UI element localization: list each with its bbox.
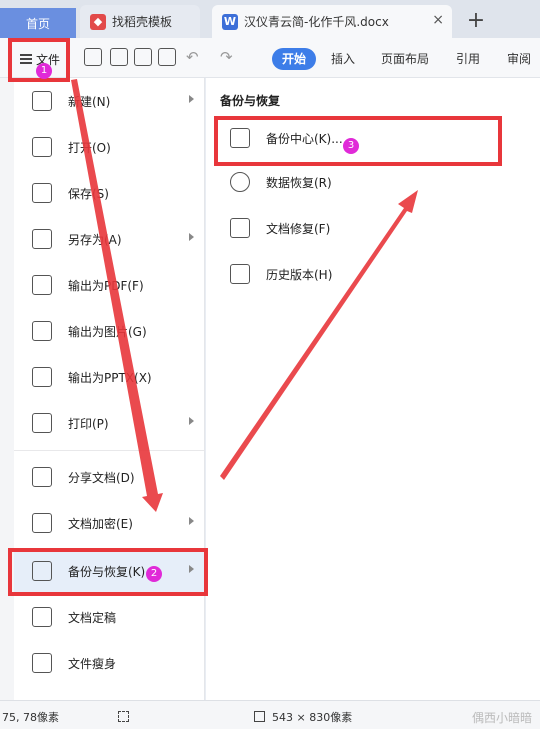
chevron-right-icon <box>189 95 194 103</box>
menu-gutter <box>0 78 14 700</box>
menu-item-export-image[interactable]: 输出为图片(G) <box>14 308 204 354</box>
chevron-right-icon <box>189 233 194 241</box>
finalize-icon <box>32 607 52 627</box>
menu-item-label: 文件瘦身 <box>68 656 117 671</box>
menu-item-save-as[interactable]: 另存为(A) <box>14 216 204 262</box>
tab-template-label: 找稻壳模板 <box>112 15 173 29</box>
submenu-item-label: 数据恢复(R) <box>266 175 332 190</box>
save-icon <box>32 183 52 203</box>
slim-icon <box>32 653 52 673</box>
menu-item-open[interactable]: 打开(O) <box>14 124 204 170</box>
doc-repair-icon <box>230 218 250 238</box>
menu-item-share[interactable]: 分享文档(D) <box>14 454 204 500</box>
tab-page-layout[interactable]: 页面布局 <box>381 48 429 70</box>
tab-references[interactable]: 引用 <box>456 48 480 70</box>
tab-document[interactable]: W 汉仪青云简-化作千风.docx × <box>212 5 452 38</box>
menu-item-label: 另存为(A) <box>68 232 122 247</box>
menu-item-label: 分享文档(D) <box>68 470 135 485</box>
pdf-icon <box>32 275 52 295</box>
folder-icon <box>32 137 52 157</box>
menu-item-label: 保存(S) <box>68 186 109 201</box>
file-menu: 新建(N) 打开(O) 保存(S) 另存为(A) 输出为PDF(F) 输出为图片… <box>0 78 205 700</box>
watermark: 偶西小暗暗 <box>471 711 532 725</box>
menu-item-label: 文档加密(E) <box>68 516 133 531</box>
image-icon <box>32 321 52 341</box>
print-icon[interactable] <box>134 48 152 66</box>
menu-item-new[interactable]: 新建(N) <box>14 78 204 124</box>
menu-item-slim[interactable]: 文件瘦身 <box>14 640 204 686</box>
close-icon[interactable]: × <box>432 12 444 28</box>
menu-item-encrypt[interactable]: 文档加密(E) <box>14 500 204 546</box>
save-icon[interactable] <box>84 48 102 66</box>
menu-item-print[interactable]: 打印(P) <box>14 400 204 446</box>
history-icon <box>230 264 250 284</box>
tab-template[interactable]: ◆ 找稻壳模板 <box>80 5 200 38</box>
data-recovery-icon <box>230 172 250 192</box>
word-doc-icon: W <box>222 13 238 30</box>
image-size: 543 × 830像素 <box>272 711 353 724</box>
submenu-item-label: 历史版本(H) <box>266 267 333 282</box>
menu-item-export-pptx[interactable]: 输出为PPTX(X) <box>14 354 204 400</box>
menu-item-label: 输出为图片(G) <box>68 324 147 339</box>
share-icon <box>32 467 52 487</box>
toolbar: 文件 ↶ ↷ 开始 插入 页面布局 引用 审阅 <box>0 38 540 78</box>
step-badge-2: 2 <box>146 566 162 582</box>
submenu-item-data-recovery[interactable]: 数据恢复(R) <box>230 162 332 202</box>
menu-item-label: 打印(P) <box>68 416 109 431</box>
submenu-item-history[interactable]: 历史版本(H) <box>230 254 332 294</box>
chevron-right-icon <box>189 517 194 525</box>
chevron-right-icon <box>189 417 194 425</box>
new-icon <box>32 91 52 111</box>
annotation-box-backup <box>8 548 208 596</box>
status-bar: 75, 78像素 543 × 830像素 偶西小暗暗 <box>0 700 540 729</box>
undo-icon[interactable]: ↶ <box>186 48 199 66</box>
docer-icon: ◆ <box>90 13 106 30</box>
redo-icon[interactable]: ↷ <box>220 48 233 66</box>
tab-start[interactable]: 开始 <box>272 48 317 70</box>
save-as-icon <box>32 229 52 249</box>
tab-home[interactable]: 首页 <box>0 8 76 38</box>
annotation-box-backup-center <box>214 116 502 166</box>
menu-item-label: 文档定稿 <box>68 610 117 625</box>
step-badge-1: 1 <box>36 63 52 79</box>
new-tab-button[interactable]: + <box>462 8 490 36</box>
submenu-title: 备份与恢复 <box>220 94 281 108</box>
menu-item-label: 新建(N) <box>68 94 111 109</box>
step-badge-3: 3 <box>343 138 359 154</box>
menu-item-finalize[interactable]: 文档定稿 <box>14 594 204 640</box>
submenu-item-doc-repair[interactable]: 文档修复(F) <box>230 208 330 248</box>
menu-item-save[interactable]: 保存(S) <box>14 170 204 216</box>
print-preview-icon[interactable] <box>158 48 176 66</box>
tab-insert[interactable]: 插入 <box>331 48 355 70</box>
print-icon <box>32 413 52 433</box>
image-size-icon <box>254 711 265 722</box>
export-icon[interactable] <box>110 48 128 66</box>
menu-item-export-pdf[interactable]: 输出为PDF(F) <box>14 262 204 308</box>
encrypt-icon <box>32 513 52 533</box>
menu-item-label: 输出为PPTX(X) <box>68 370 152 385</box>
tab-document-label: 汉仪青云简-化作千风.docx <box>244 15 389 29</box>
menu-divider <box>14 450 204 451</box>
cursor-coords: 75, 78像素 <box>2 711 59 724</box>
submenu-item-label: 文档修复(F) <box>266 221 331 236</box>
backup-submenu: 备份与恢复 备份中心(K)... 数据恢复(R) 文档修复(F) 历史版本(H) <box>206 78 540 700</box>
pptx-icon <box>32 367 52 387</box>
menu-item-label: 输出为PDF(F) <box>68 278 144 293</box>
tab-review[interactable]: 审阅 <box>507 48 531 70</box>
menu-item-label: 打开(O) <box>68 140 111 155</box>
tab-bar: 首页 ◆ 找稻壳模板 W 汉仪青云简-化作千风.docx × + <box>0 0 540 38</box>
selection-icon <box>118 711 129 722</box>
